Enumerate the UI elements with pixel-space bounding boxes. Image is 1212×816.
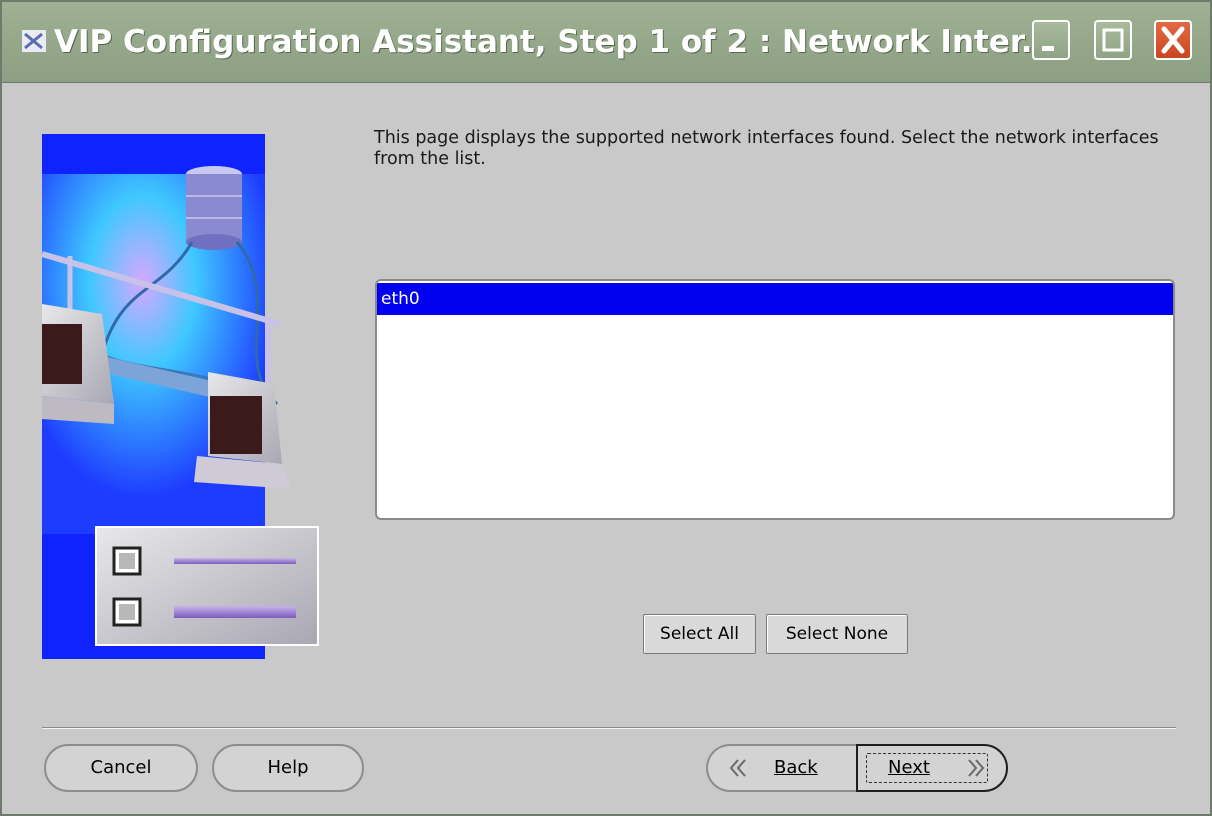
title-bar[interactable]: VIP Configuration Assistant, Step 1 of 2…	[2, 2, 1210, 83]
window-title: VIP Configuration Assistant, Step 1 of 2…	[54, 24, 1057, 60]
close-icon	[1161, 26, 1185, 54]
footer-separator	[42, 727, 1176, 729]
app-icon	[22, 30, 46, 52]
wizard-illustration	[42, 134, 319, 659]
wizard-window: VIP Configuration Assistant, Step 1 of 2…	[0, 0, 1212, 816]
chevron-right-icon	[968, 759, 985, 777]
help-button[interactable]: Help	[212, 744, 364, 792]
minimize-button[interactable]	[1032, 20, 1070, 60]
network-interface-list[interactable]: eth0	[375, 279, 1175, 520]
minimize-icon	[1042, 46, 1054, 51]
next-button-label: Next	[888, 757, 930, 778]
back-button-label: Back	[774, 757, 818, 778]
chevron-left-icon	[729, 759, 746, 777]
back-button[interactable]: Back	[706, 744, 858, 792]
close-button[interactable]	[1154, 20, 1192, 60]
next-button[interactable]: Next	[856, 744, 1008, 792]
page-instructions: This page displays the supported network…	[374, 128, 1159, 169]
cancel-button[interactable]: Cancel	[44, 744, 198, 792]
select-none-button[interactable]: Select None	[766, 614, 908, 654]
list-item-eth0[interactable]: eth0	[377, 283, 1173, 315]
maximize-button[interactable]	[1094, 20, 1132, 60]
maximize-icon	[1102, 28, 1124, 52]
select-all-button[interactable]: Select All	[643, 614, 756, 654]
